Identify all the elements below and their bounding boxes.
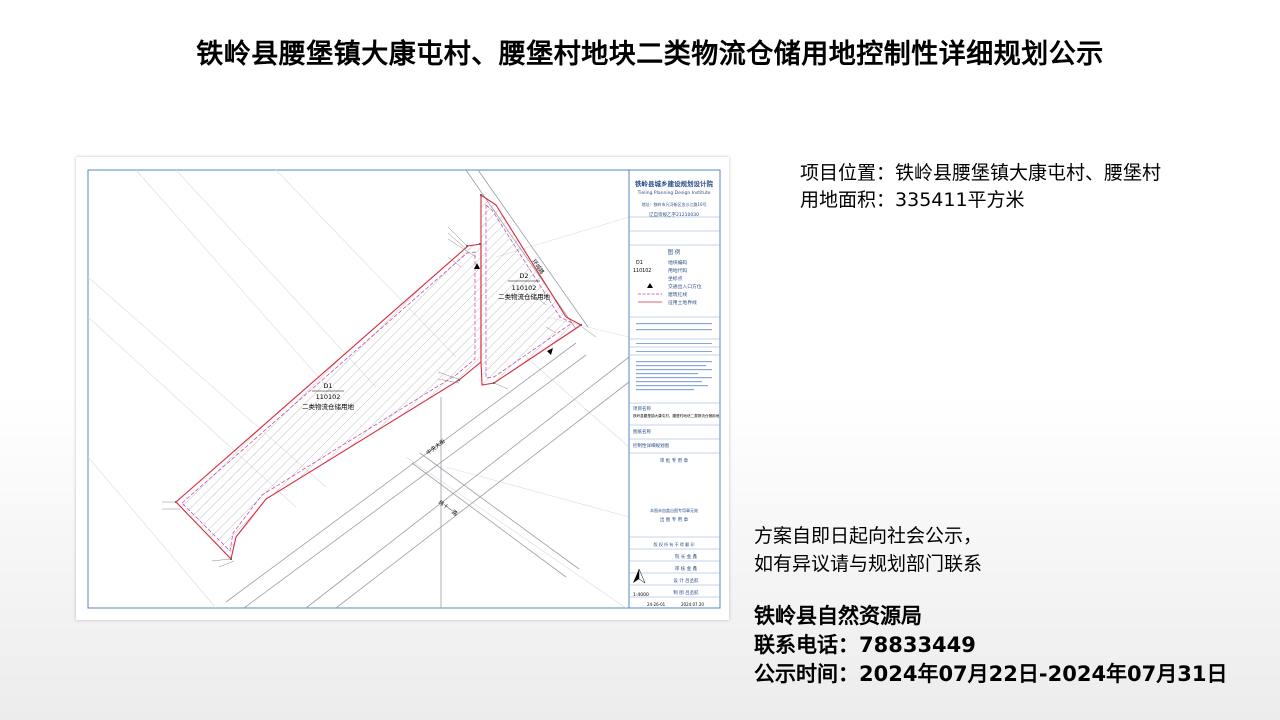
titleblock-scale: 1:4000 — [633, 592, 649, 598]
titleblock-no-seal-note: 本图未加盖出图专用章无效 — [650, 507, 698, 513]
project-location: 项目位置：铁岭县腰堡镇大康屯村、腰堡村 — [800, 160, 1180, 187]
location-label: 项目位置： — [800, 162, 896, 184]
titleblock-role-2: 设 计 吕丞航 — [673, 577, 699, 584]
titleblock-address: 地址：铁岭市凡河新区金沙江路16号 — [641, 201, 706, 207]
road-label-central-ave: 中央大街 — [424, 437, 447, 457]
notice-line-2: 如有异议请与规划部门联系 — [754, 553, 983, 575]
titleblock-date: 2024.07.20 — [681, 602, 704, 607]
planning-map: D1 110102 二类物流仓储用地 D2 110102 二类物流仓储用地 中央… — [76, 157, 729, 620]
titleblock-project-value: 铁岭县腰堡镇大康屯村、腰堡村地块二类物流仓储用地 — [633, 413, 720, 418]
parcel-d2-name: 二类物流仓储用地 — [498, 292, 551, 301]
titleblock-legend-title: 图 例 — [668, 248, 681, 256]
date-row: 公示时间：2024年07月22日-2024年07月31日 — [754, 660, 1274, 689]
titleblock-project-label: 项目名称 — [633, 405, 651, 412]
titleblock-license: 辽自资规乙字21210030 — [649, 211, 699, 218]
legend-code-1: 110102 — [633, 268, 651, 274]
titleblock-drawing-value: 控制性详细规划图 — [633, 442, 669, 449]
notice-line-1: 方案自即日起向社会公示， — [754, 525, 983, 547]
parcel-d2-landuse: 110102 — [512, 284, 537, 292]
area-label: 用地面积： — [800, 189, 896, 211]
road-label-road-11: 纬十一路 — [437, 498, 460, 518]
parcel-d2-code: D2 — [519, 272, 528, 280]
location-value: 铁岭县腰堡镇大康屯村、腰堡村 — [895, 162, 1162, 184]
titleblock-review-seal: 审 批 专 用 章 — [660, 457, 689, 464]
phone-label: 联系电话： — [754, 633, 859, 657]
area-value: 335411平方米 — [895, 189, 1025, 211]
titleblock-role-0: 院 长 金 鑫 — [675, 553, 698, 560]
titleblock-drawing-label: 图纸名称 — [633, 428, 651, 435]
titleblock-copyright: 版 权 所 有 不 得 翻 印 — [654, 541, 695, 547]
legend-code-0: D1 — [636, 260, 643, 266]
project-area: 用地面积：335411平方米 — [800, 187, 1180, 214]
date-value: 2024年07月22日-2024年07月31日 — [859, 662, 1228, 686]
titleblock-drawing-no: 24-26-01 — [647, 602, 666, 607]
parcel-d1-landuse: 110102 — [316, 393, 341, 401]
legend-text-5: 征用土地界线 — [668, 299, 697, 306]
titleblock-issue-seal: 出 图 专 用 章 — [660, 516, 689, 523]
page-title: 铁岭县腰堡镇大康屯村、腰堡村地块二类物流仓储用地控制性详细规划公示 — [196, 39, 1104, 70]
titleblock-institute: 铁岭县城乡建设规划设计院 — [634, 179, 714, 188]
contact-info: 铁岭县自然资源局 联系电话：78833449 公示时间：2024年07月22日-… — [754, 602, 1274, 689]
planning-map-drawing: D1 110102 二类物流仓储用地 D2 110102 二类物流仓储用地 中央… — [87, 169, 721, 609]
legend-text-2: 坐标点 — [668, 275, 683, 282]
title-block: 铁岭县城乡建设规划设计院 Tieling Planning Design Ins… — [628, 170, 720, 608]
org-name: 铁岭县自然资源局 — [754, 604, 922, 628]
parcel-d1-name: 二类物流仓储用地 — [302, 402, 355, 411]
legend-arrow-icon — [647, 283, 653, 288]
legend-text-1: 用地代码 — [668, 267, 687, 274]
legend-text-0: 地块编码 — [668, 259, 687, 266]
project-info: 项目位置：铁岭县腰堡镇大康屯村、腰堡村 用地面积：335411平方米 — [800, 160, 1180, 214]
entrance-arrow-icon — [547, 348, 553, 355]
date-label: 公示时间： — [754, 662, 859, 686]
parcel-d1-code: D1 — [323, 382, 332, 390]
legend-text-3: 交通出入口方位 — [668, 283, 702, 290]
titleblock-role-3: 制 图 吕丞航 — [673, 589, 699, 596]
north-arrow-icon — [633, 568, 646, 584]
phone-value: 78833449 — [859, 633, 976, 657]
phone-row: 联系电话：78833449 — [754, 631, 1274, 660]
legend-text-4: 建筑红线 — [668, 291, 687, 298]
public-notice: 方案自即日起向社会公示， 如有异议请与规划部门联系 — [754, 522, 1094, 578]
titleblock-role-1: 审 核 金 鑫 — [675, 565, 698, 572]
titleblock-institute-en: Tieling Planning Design Institute — [637, 190, 711, 196]
